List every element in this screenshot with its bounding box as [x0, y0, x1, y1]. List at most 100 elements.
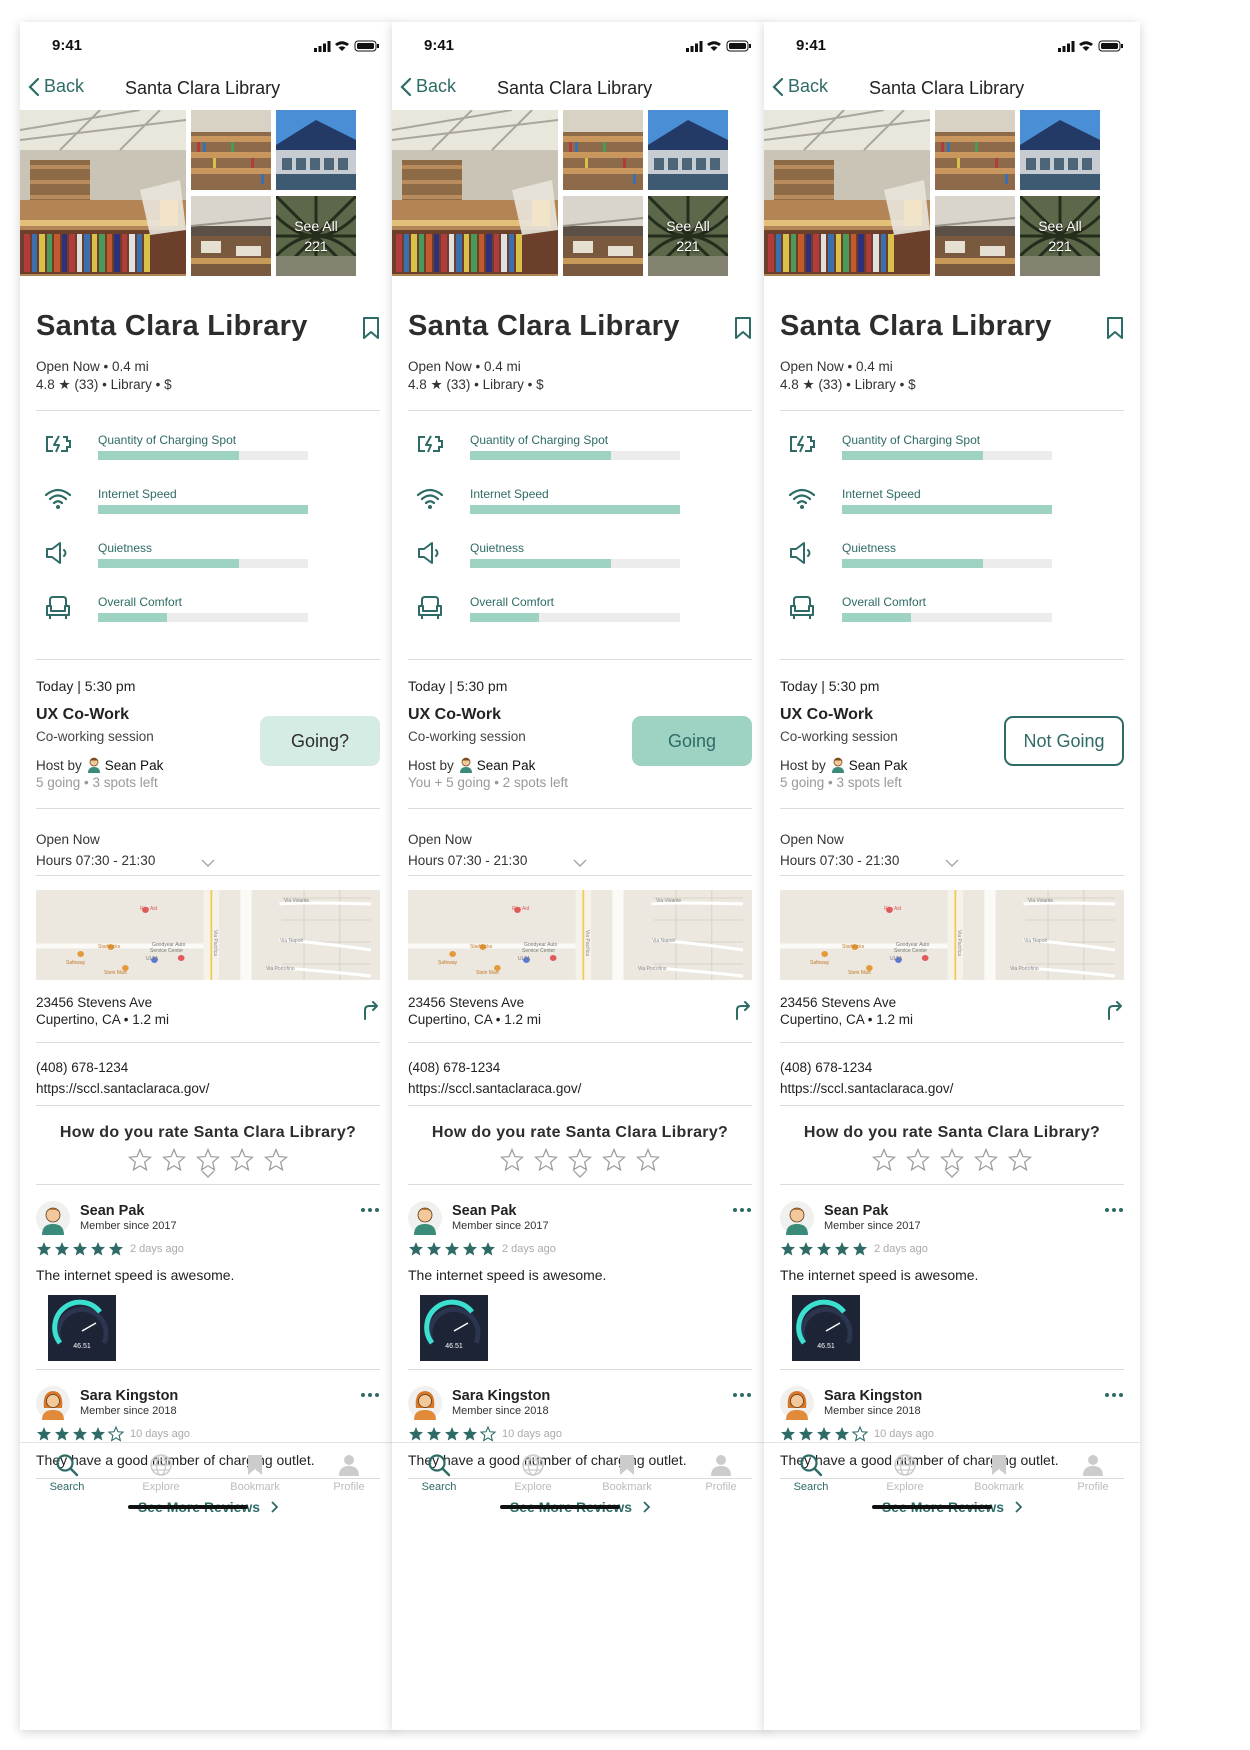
map-label: Stein Mart [104, 970, 127, 976]
star-outline-icon[interactable] [940, 1148, 964, 1172]
photo-2[interactable] [935, 110, 1015, 190]
tab-search[interactable]: Search [392, 1453, 486, 1542]
hours-section[interactable]: Open Now Hours 07:30 - 21:30 [408, 809, 752, 875]
photo-see-all[interactable]: See All 221 [276, 196, 356, 276]
back-button[interactable]: Back [400, 76, 456, 97]
bookmark-icon[interactable] [734, 316, 752, 340]
phone-number[interactable]: (408) 678-1234 [780, 1057, 1124, 1078]
photo-4[interactable] [191, 196, 271, 276]
bookmark-icon[interactable] [1106, 316, 1124, 340]
tab-search[interactable]: Search [764, 1453, 858, 1542]
star-outline-icon[interactable] [602, 1148, 626, 1172]
hours-section[interactable]: Open Now Hours 07:30 - 21:30 [780, 809, 1124, 875]
photo-3[interactable] [648, 110, 728, 190]
map-label: Service Center [150, 948, 184, 954]
rating-quietness: Quietness [780, 541, 1124, 595]
map-view[interactable]: Rite Aid Starbucks Goodyear Auto Service… [408, 890, 752, 980]
star-outline-icon[interactable] [264, 1148, 288, 1172]
chevron-down-icon[interactable] [201, 859, 215, 867]
tab-search[interactable]: Search [20, 1453, 114, 1542]
star-outline-icon[interactable] [872, 1148, 896, 1172]
phone-number[interactable]: (408) 678-1234 [408, 1057, 752, 1078]
directions-icon[interactable] [362, 1000, 380, 1020]
review-photo[interactable]: 46.51 [792, 1295, 860, 1361]
star-outline-icon[interactable] [128, 1148, 152, 1172]
chevron-down-icon[interactable] [945, 859, 959, 867]
photo-main[interactable] [764, 110, 930, 276]
star-outline-icon[interactable] [534, 1148, 558, 1172]
back-button[interactable]: Back [28, 76, 84, 97]
star-outline-icon[interactable] [162, 1148, 186, 1172]
more-options-icon[interactable] [360, 1207, 380, 1213]
photo-2[interactable] [563, 110, 643, 190]
star-outline-icon[interactable] [1008, 1148, 1032, 1172]
photo-main[interactable] [392, 110, 558, 276]
address-section: 23456 Stevens Ave Cupertino, CA • 1.2 mi [780, 980, 1124, 1042]
tab-profile[interactable]: Profile [302, 1453, 396, 1542]
review-photo[interactable]: 46.51 [48, 1295, 116, 1361]
rating-track [842, 613, 1052, 622]
star-outline-icon[interactable] [230, 1148, 254, 1172]
rating-comfort: Overall Comfort [36, 595, 380, 649]
star-outline-icon[interactable] [974, 1148, 998, 1172]
hours-section[interactable]: Open Now Hours 07:30 - 21:30 [36, 809, 380, 875]
tab-explore[interactable]: Explore [858, 1453, 952, 1542]
photo-main[interactable] [20, 110, 186, 276]
chevron-down-icon[interactable] [945, 1170, 959, 1178]
tab-profile[interactable]: Profile [674, 1453, 768, 1542]
more-options-icon[interactable] [360, 1392, 380, 1398]
reviewer-name: Sean Pak [824, 1203, 889, 1219]
more-options-icon[interactable] [732, 1207, 752, 1213]
speaker-icon [418, 542, 439, 564]
tab-bookmark[interactable]: Bookmark [952, 1453, 1046, 1542]
tab-bar: Search Explore Bookmark Profile [764, 1442, 1140, 1542]
directions-icon[interactable] [734, 1000, 752, 1020]
rsvp-button[interactable]: Going? [260, 716, 380, 766]
tab-explore[interactable]: Explore [486, 1453, 580, 1542]
detail-content: Santa Clara Library Open Now • 0.4 mi 4.… [392, 310, 768, 1535]
more-options-icon[interactable] [1104, 1207, 1124, 1213]
chevron-down-icon[interactable] [573, 1170, 587, 1178]
see-all-overlay: See All 221 [276, 196, 356, 276]
photo-4[interactable] [935, 196, 1015, 276]
review-photo[interactable]: 46.51 [420, 1295, 488, 1361]
rating-track [470, 451, 680, 460]
rsvp-button[interactable]: Not Going [1004, 716, 1124, 766]
star-outline-icon[interactable] [568, 1148, 592, 1172]
star-outline-icon[interactable] [500, 1148, 524, 1172]
website-link[interactable]: https://sccl.santaclaraca.gov/ [408, 1078, 752, 1099]
map-view[interactable]: Rite Aid Starbucks Goodyear Auto Service… [36, 890, 380, 980]
rsvp-button[interactable]: Going [632, 716, 752, 766]
photo-2[interactable] [191, 110, 271, 190]
globe-icon [522, 1454, 544, 1476]
bookmark-icon[interactable] [362, 316, 380, 340]
tab-bookmark[interactable]: Bookmark [580, 1453, 674, 1542]
star-outline-icon[interactable] [906, 1148, 930, 1172]
see-all-overlay: See All 221 [648, 196, 728, 276]
photo-see-all[interactable]: See All 221 [648, 196, 728, 276]
tab-explore[interactable]: Explore [114, 1453, 208, 1542]
more-options-icon[interactable] [732, 1392, 752, 1398]
photo-3[interactable] [1020, 110, 1100, 190]
directions-icon[interactable] [1106, 1000, 1124, 1020]
back-button[interactable]: Back [772, 76, 828, 97]
star-filled-icon [817, 1242, 831, 1256]
tab-bookmark[interactable]: Bookmark [208, 1453, 302, 1542]
tab-profile[interactable]: Profile [1046, 1453, 1140, 1542]
website-link[interactable]: https://sccl.santaclaraca.gov/ [780, 1078, 1124, 1099]
rating-fill [842, 505, 1052, 514]
star-filled-icon [73, 1242, 87, 1256]
phone-number[interactable]: (408) 678-1234 [36, 1057, 380, 1078]
map-view[interactable]: Rite Aid Starbucks Goodyear Auto Service… [780, 890, 1124, 980]
website-link[interactable]: https://sccl.santaclaraca.gov/ [36, 1078, 380, 1099]
contact-section: (408) 678-1234 https://sccl.santaclaraca… [408, 1043, 752, 1105]
photo-see-all[interactable]: See All 221 [1020, 196, 1100, 276]
event-attendance: 5 going • 3 spots left [36, 775, 158, 790]
star-outline-icon[interactable] [636, 1148, 660, 1172]
chevron-down-icon[interactable] [573, 859, 587, 867]
chevron-down-icon[interactable] [201, 1170, 215, 1178]
more-options-icon[interactable] [1104, 1392, 1124, 1398]
photo-4[interactable] [563, 196, 643, 276]
photo-3[interactable] [276, 110, 356, 190]
star-outline-icon[interactable] [196, 1148, 220, 1172]
